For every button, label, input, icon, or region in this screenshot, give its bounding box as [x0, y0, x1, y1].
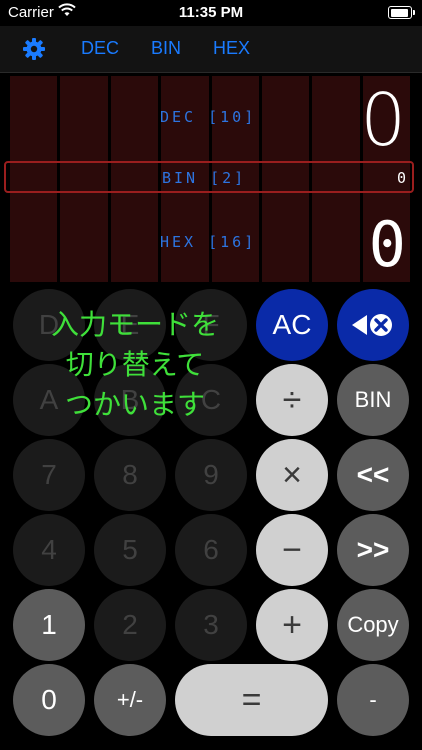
- dec-value: 0: [360, 78, 406, 162]
- backspace-icon: [352, 314, 392, 336]
- key-5[interactable]: 5: [94, 514, 166, 586]
- clock: 11:35 PM: [178, 4, 244, 21]
- key-dash[interactable]: -: [337, 664, 409, 736]
- battery-tip: [413, 10, 415, 15]
- key-multiply[interactable]: ×: [256, 439, 328, 511]
- key-ac[interactable]: AC: [256, 289, 328, 361]
- key-7[interactable]: 7: [13, 439, 85, 511]
- key-equals[interactable]: =: [175, 664, 328, 736]
- key-plus[interactable]: +: [256, 589, 328, 661]
- key-3[interactable]: 3: [175, 589, 247, 661]
- mode-hint-overlay: 入力モードを 切り替えて つかいます: [20, 305, 250, 425]
- key-6[interactable]: 6: [175, 514, 247, 586]
- hint-line-3: つかいます: [64, 388, 205, 421]
- hint-line-1: 入力モードを: [50, 308, 219, 341]
- key-1[interactable]: 1: [13, 589, 85, 661]
- key-shift-right[interactable]: >>: [337, 514, 409, 586]
- key-copy[interactable]: Copy: [337, 589, 409, 661]
- hint-line-2: 切り替えて: [65, 348, 205, 381]
- tab-dec[interactable]: DEC: [81, 38, 119, 59]
- hex-row[interactable]: HEX [16] 0: [10, 200, 410, 281]
- tab-bin[interactable]: BIN: [151, 38, 181, 59]
- key-0[interactable]: 0: [13, 664, 85, 736]
- key-minus[interactable]: −: [256, 514, 328, 586]
- battery-icon: [388, 6, 412, 19]
- key-backspace[interactable]: [337, 289, 409, 361]
- key-sign[interactable]: +/-: [94, 664, 166, 736]
- hex-value: 0: [368, 208, 406, 281]
- key-bin[interactable]: BIN: [337, 364, 409, 436]
- status-bar: Carrier 11:35 PM: [0, 0, 422, 26]
- dec-row[interactable]: DEC [10] 0: [10, 76, 410, 162]
- key-2[interactable]: 2: [94, 589, 166, 661]
- key-4[interactable]: 4: [13, 514, 85, 586]
- key-9[interactable]: 9: [175, 439, 247, 511]
- gear-icon[interactable]: [22, 37, 46, 61]
- dec-label: DEC [10]: [160, 108, 257, 126]
- hex-label: HEX [16]: [160, 233, 257, 251]
- bin-selection-frame: [4, 161, 414, 193]
- key-8[interactable]: 8: [94, 439, 166, 511]
- nav-bar: DEC BIN HEX: [0, 26, 422, 73]
- key-divide[interactable]: ÷: [256, 364, 328, 436]
- tab-hex[interactable]: HEX: [213, 38, 250, 59]
- key-shift-left[interactable]: <<: [337, 439, 409, 511]
